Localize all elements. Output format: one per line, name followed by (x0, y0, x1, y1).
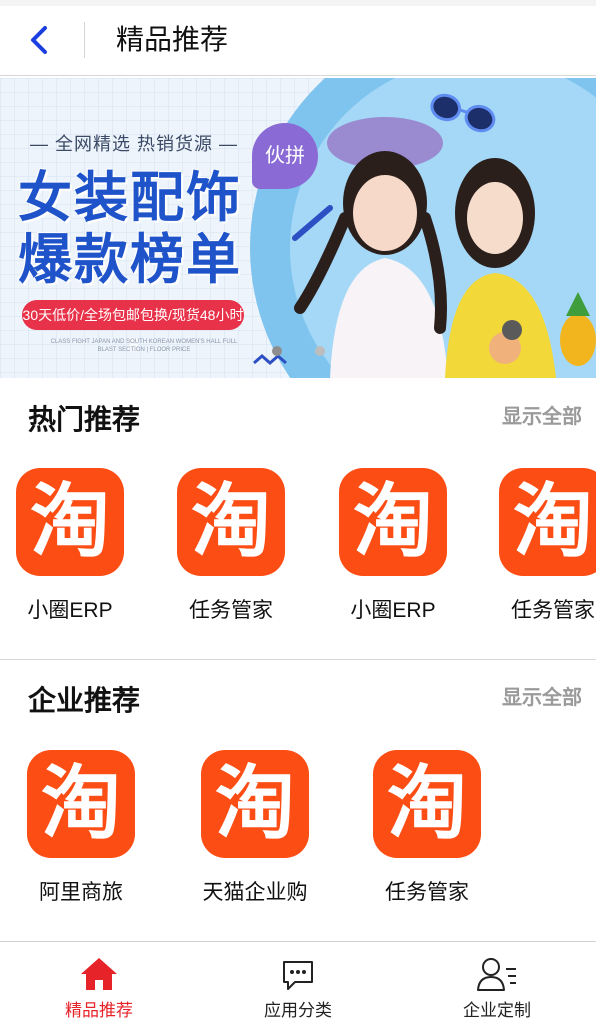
banner-promo-pill: 30天低价/全场包邮包换/现货48小时发 (22, 300, 244, 353)
banner-tag: 伙拼 (252, 123, 318, 189)
enterprise-section: 企业推荐 显示全部 淘 阿里商旅 淘 天猫企业购 淘 任务管家 (0, 661, 596, 941)
back-button[interactable] (18, 18, 62, 62)
tab-label: 精品推荐 (65, 1001, 133, 1020)
taobao-icon: 淘 (339, 468, 447, 576)
app-item[interactable]: 淘 阿里商旅 (6, 750, 156, 906)
home-icon (81, 958, 117, 990)
banner-small-print: CLASS FIGHT JAPAN AND SOUTH KOREAN WOMEN… (50, 339, 238, 353)
page-title: 精品推荐 (116, 24, 229, 55)
section-title-enterprise: 企业推荐 (28, 685, 141, 716)
app-item[interactable]: 淘 小圈ERP (318, 468, 468, 624)
app-label: 阿里商旅 (39, 881, 123, 904)
tab-featured[interactable]: 精品推荐 (0, 942, 198, 1028)
taobao-icon: 淘 (373, 750, 481, 858)
show-all-hot-button[interactable]: 显示全部 (502, 400, 582, 429)
app-label: 任务管家 (511, 599, 595, 622)
banner-headline-2: 爆款榜单 (18, 230, 242, 290)
nav-divider (84, 22, 85, 58)
taobao-icon: 淘 (499, 468, 596, 576)
app-item[interactable]: 淘 小圈ERP (0, 468, 145, 624)
show-all-enterprise-button[interactable]: 显示全部 (502, 681, 582, 710)
app-label: 小圈ERP (350, 599, 436, 622)
app-item[interactable]: 淘 任务管家 (156, 468, 306, 624)
banner-top-text: — 全网精选 热销货源 — (30, 134, 239, 154)
tab-label: 应用分类 (264, 1001, 332, 1020)
taobao-icon: 淘 (27, 750, 135, 858)
chevron-left-icon (31, 26, 47, 54)
section-title-hot: 热门推荐 (28, 404, 141, 435)
app-label: 小圈ERP (27, 599, 113, 622)
taobao-icon: 淘 (177, 468, 285, 576)
tab-enterprise-custom[interactable]: 企业定制 (398, 942, 596, 1028)
tab-label: 企业定制 (463, 1001, 531, 1020)
carousel-dot-2[interactable] (315, 346, 325, 356)
nav-bar: 精品推荐 (0, 6, 596, 76)
tab-categories[interactable]: 应用分类 (199, 942, 397, 1028)
banner-artwork (0, 78, 596, 378)
app-item[interactable]: 淘 任务管家 (352, 750, 502, 906)
user-list-icon (477, 958, 516, 991)
carousel-dot-1[interactable] (272, 346, 282, 356)
taobao-icon: 淘 (201, 750, 309, 858)
app-item[interactable]: 淘 天猫企业购 (180, 750, 330, 906)
app-item[interactable]: 淘 任务管家 (478, 468, 596, 624)
bottom-tab-bar: 精品推荐 应用分类 企业定制 (0, 941, 596, 1028)
banner-headline-1: 女装配饰 (18, 168, 242, 228)
hot-section: 热门推荐 显示全部 淘 小圈ERP 淘 任务管家 淘 小圈ERP 淘 任务管家 (0, 378, 596, 660)
app-label: 任务管家 (385, 881, 469, 904)
banner-carousel[interactable]: — 全网精选 热销货源 — 女装配饰 爆款榜单 30天低价/全场包邮包换/现货4… (0, 78, 596, 378)
app-item-clip: 淘 任务管家 (478, 468, 596, 648)
app-label: 任务管家 (189, 599, 273, 622)
app-label: 天猫企业购 (202, 881, 308, 904)
taobao-icon: 淘 (16, 468, 124, 576)
chat-icon (283, 961, 313, 990)
